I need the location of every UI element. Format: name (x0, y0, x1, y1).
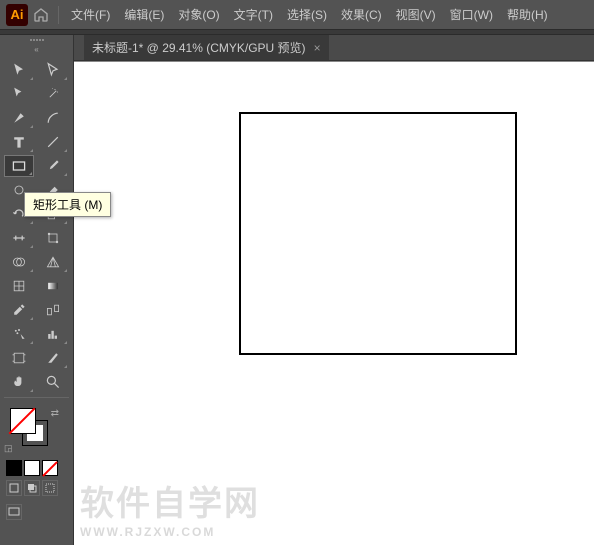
column-graph-tool[interactable] (38, 323, 68, 345)
document-tab-title: 未标题-1* @ 29.41% (CMYK/GPU 预览) (92, 39, 306, 56)
blend-tool[interactable] (38, 299, 68, 321)
artboard-tool[interactable] (4, 347, 34, 369)
palette-toggle-icon[interactable]: « (0, 45, 73, 55)
group-selection-tool[interactable] (4, 83, 34, 105)
color-swatch-none[interactable] (42, 460, 58, 476)
app-logo: Ai (6, 4, 28, 26)
menu-select[interactable]: 选择(S) (281, 4, 333, 25)
mesh-tool[interactable] (4, 275, 34, 297)
menu-edit[interactable]: 编辑(E) (118, 4, 170, 25)
curvature-tool[interactable] (38, 107, 68, 129)
eyedropper-tool[interactable] (4, 299, 34, 321)
tool-palette: « (0, 35, 74, 545)
line-segment-tool[interactable] (38, 131, 68, 153)
paintbrush-tool[interactable] (38, 155, 68, 177)
free-transform-tool[interactable] (38, 227, 68, 249)
draw-normal-icon[interactable] (6, 480, 22, 496)
rectangle-tool[interactable] (4, 155, 34, 177)
tooltip-text: 矩形工具 (M) (33, 198, 102, 212)
menu-view[interactable]: 视图(V) (390, 4, 442, 25)
shape-builder-tool[interactable] (4, 251, 34, 273)
perspective-grid-tool[interactable] (38, 251, 68, 273)
menu-window[interactable]: 窗口(W) (444, 4, 499, 25)
slice-tool[interactable] (38, 347, 68, 369)
draw-mode-row (0, 476, 73, 500)
menu-object[interactable]: 对象(O) (172, 4, 225, 25)
canvas-viewport[interactable]: 软件自学网 WWW.RJZXW.COM (74, 61, 594, 545)
document-area: 未标题-1* @ 29.41% (CMYK/GPU 预览) × 软件自学网 WW… (74, 35, 594, 545)
close-tab-icon[interactable]: × (314, 41, 321, 55)
color-swatch-color[interactable] (6, 460, 22, 476)
screen-mode-row (0, 500, 73, 524)
fill-stroke-control[interactable]: ⇄ ◲ (4, 408, 69, 454)
watermark-text: 软件自学网 (80, 476, 260, 525)
document-tab[interactable]: 未标题-1* @ 29.41% (CMYK/GPU 预览) × (84, 35, 329, 60)
menu-effect[interactable]: 效果(C) (335, 4, 388, 25)
document-tab-bar: 未标题-1* @ 29.41% (CMYK/GPU 预览) × (74, 35, 594, 61)
zoom-tool[interactable] (38, 371, 68, 393)
gradient-tool[interactable] (38, 275, 68, 297)
hand-tool[interactable] (4, 371, 34, 393)
type-tool[interactable] (4, 131, 34, 153)
direct-selection-tool[interactable] (38, 59, 68, 81)
menu-type[interactable]: 文字(T) (228, 4, 279, 25)
selection-tool[interactable] (4, 59, 34, 81)
default-fill-stroke-icon[interactable]: ◲ (4, 443, 13, 454)
draw-behind-icon[interactable] (24, 480, 40, 496)
draw-inside-icon[interactable] (42, 480, 58, 496)
watermark: 软件自学网 WWW.RJZXW.COM (80, 476, 260, 539)
symbol-sprayer-tool[interactable] (4, 323, 34, 345)
home-icon[interactable] (30, 4, 52, 26)
menu-help[interactable]: 帮助(H) (501, 4, 554, 25)
rectangle-shape[interactable] (239, 112, 517, 355)
menu-separator (58, 6, 59, 24)
swap-fill-stroke-icon[interactable]: ⇄ (51, 408, 59, 419)
pen-tool[interactable] (4, 107, 34, 129)
tool-separator (4, 397, 69, 398)
screen-mode-icon[interactable] (6, 504, 22, 520)
watermark-url: WWW.RJZXW.COM (80, 525, 260, 539)
magic-wand-tool[interactable] (38, 83, 68, 105)
palette-grip[interactable] (0, 35, 73, 45)
menu-file[interactable]: 文件(F) (65, 4, 116, 25)
color-mode-row (0, 460, 73, 476)
color-swatch-gradient[interactable] (24, 460, 40, 476)
menu-bar: Ai 文件(F) 编辑(E) 对象(O) 文字(T) 选择(S) 效果(C) 视… (0, 0, 594, 29)
width-tool[interactable] (4, 227, 34, 249)
tool-tooltip: 矩形工具 (M) (24, 192, 111, 217)
